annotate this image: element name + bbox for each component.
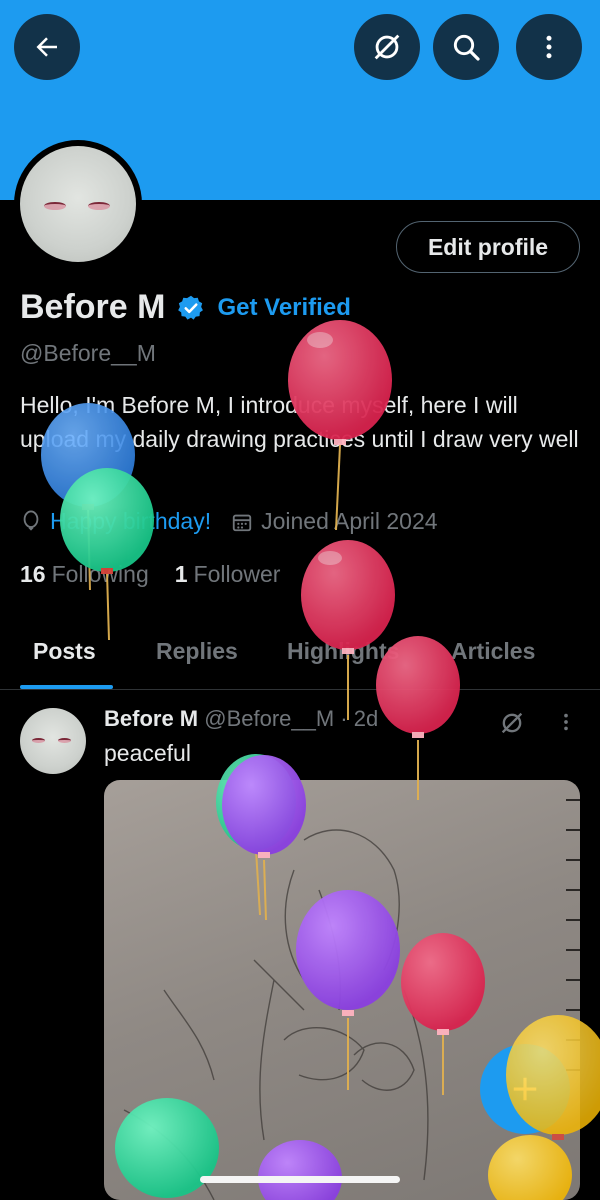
tab-posts[interactable]: Posts (33, 638, 96, 665)
tab-articles[interactable]: Articles (451, 638, 535, 665)
balloon (60, 468, 154, 641)
edit-profile-button[interactable]: Edit profile (396, 221, 580, 273)
follow-stats: 16 Following 1 Follower (20, 561, 280, 588)
display-name: Before M (20, 288, 166, 326)
post-text: peaceful (104, 740, 191, 766)
joined-date: Joined April 2024 (261, 508, 438, 534)
post-more-icon[interactable] (555, 709, 577, 735)
following-count: 16 (20, 561, 46, 587)
active-tab-indicator (20, 685, 113, 689)
profile-handle: @Before__M (20, 340, 156, 366)
verified-badge-icon[interactable] (177, 294, 205, 322)
post-meta: @Before__M · 2d (204, 706, 379, 731)
post-avatar-right-eye (58, 738, 71, 743)
post-header: Before M @Before__M · 2d (104, 706, 378, 732)
calendar-icon (231, 511, 253, 533)
home-indicator[interactable] (200, 1176, 400, 1183)
profile-tabs: Posts Replies Highlights Articles (0, 630, 600, 690)
get-verified-link[interactable]: Get Verified (217, 294, 350, 322)
avatar-image (20, 146, 136, 262)
profile-bio: Hello, I'm Before M, I introduce myself,… (20, 392, 579, 452)
back-button[interactable] (14, 14, 80, 80)
birthday-link[interactable]: Happy birthday! (50, 508, 211, 535)
profile-meta: Happy birthday! Joined April 2024 (20, 508, 438, 535)
pencil-sketch-drawing (123, 799, 580, 1200)
post-grok-icon[interactable] (498, 709, 526, 737)
followers-link[interactable]: 1 Follower (175, 561, 281, 588)
avatar-right-eye (88, 202, 110, 210)
more-vertical-icon (546, 35, 552, 59)
compose-post-button[interactable] (480, 1044, 570, 1134)
following-link[interactable]: 16 Following (20, 561, 149, 588)
arrow-left-icon (36, 37, 57, 57)
grok-button[interactable] (354, 14, 420, 80)
plus-icon (513, 1077, 537, 1101)
more-button[interactable] (516, 14, 582, 80)
name-row: Before M Get Verified (20, 288, 351, 327)
post-image[interactable] (104, 780, 580, 1200)
balloon-icon (20, 510, 42, 534)
followers-label: Follower (193, 561, 281, 587)
post-author-name[interactable]: Before M (104, 706, 198, 731)
grok-icon (374, 34, 400, 60)
profile-avatar[interactable] (14, 140, 142, 268)
avatar-left-eye (44, 202, 66, 210)
tab-highlights[interactable]: Highlights (287, 638, 399, 665)
tab-replies[interactable]: Replies (156, 638, 238, 665)
following-label: Following (51, 561, 149, 587)
search-icon (453, 34, 480, 61)
post-author-avatar[interactable] (20, 708, 86, 774)
post-avatar-left-eye (32, 738, 45, 743)
search-button[interactable] (433, 14, 499, 80)
followers-count: 1 (174, 561, 188, 587)
